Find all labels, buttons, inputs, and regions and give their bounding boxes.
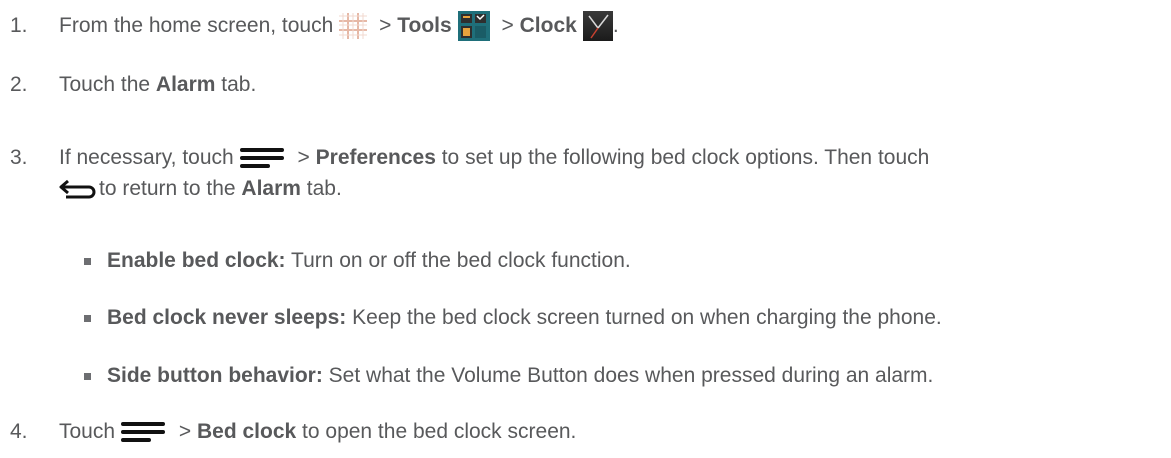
- step-3: 3. If necessary, touch > Preferences to …: [0, 144, 1171, 172]
- bullet-item: Side button behavior: Set what the Volum…: [0, 362, 1171, 390]
- preferences-label: Preferences: [315, 146, 436, 169]
- step-text-part: to open the bed clock screen.: [296, 420, 577, 443]
- bullet-term: Side button behavior:: [107, 364, 323, 387]
- tools-folder-icon[interactable]: [457, 11, 490, 41]
- step-text-part: tab.: [300, 177, 342, 200]
- step-text-part: to set up the following bed clock option…: [435, 146, 930, 169]
- bullet-desc: Keep the bed clock screen turned on when…: [346, 306, 942, 329]
- bullet-desc: Set what the Volume Button does when pre…: [322, 364, 934, 387]
- step-text-part: >: [291, 146, 316, 169]
- step-number: 4.: [10, 420, 28, 443]
- step-text-part: If necessary, touch: [59, 146, 234, 169]
- apps-grid-icon[interactable]: [339, 13, 368, 39]
- bullet-text: Bed clock never sleeps: Keep the bed clo…: [107, 304, 942, 332]
- step-text: Touch the Alarm tab.: [59, 71, 256, 99]
- back-icon[interactable]: [59, 178, 97, 200]
- step-text: to return to the Alarm tab.: [59, 175, 342, 203]
- step-text-part: Touch: [59, 420, 116, 443]
- step-text-part: tab.: [215, 73, 257, 96]
- step-2: 2. Touch the Alarm tab.: [0, 71, 1171, 99]
- step-text-part: .: [612, 14, 619, 37]
- step-number: 2.: [10, 73, 28, 96]
- bullet-item: Bed clock never sleeps: Keep the bed clo…: [0, 304, 1171, 332]
- step-4: 4. Touch > Bed clock to open the bed clo…: [0, 418, 1171, 446]
- step-text-part: >: [173, 420, 197, 443]
- bullet-marker: [84, 373, 91, 380]
- menu-icon[interactable]: [239, 148, 284, 168]
- bullet-item: Enable bed clock: Turn on or off the bed…: [0, 247, 1171, 275]
- step-1: 1. From the home screen, touch > Tools >…: [0, 11, 1171, 41]
- step-text-part: >: [495, 14, 520, 37]
- step-text: Touch > Bed clock to open the bed clock …: [59, 418, 576, 446]
- step-text-part: to return to the: [99, 177, 242, 200]
- step-text: If necessary, touch > Preferences to set…: [59, 144, 929, 172]
- step-number: 1.: [10, 14, 28, 37]
- bullet-marker: [84, 258, 91, 265]
- bullet-term: Bed clock never sleeps:: [107, 306, 347, 329]
- step-text-part: >: [373, 14, 398, 37]
- step-text-part: Touch the: [59, 73, 156, 96]
- bullet-term: Enable bed clock:: [107, 249, 286, 272]
- bullet-marker: [84, 315, 91, 322]
- bed-clock-label: Bed clock: [196, 420, 297, 443]
- clock-app-icon[interactable]: [582, 11, 613, 41]
- bullet-text: Side button behavior: Set what the Volum…: [107, 362, 933, 390]
- alarm-label: Alarm: [155, 73, 216, 96]
- bullet-text: Enable bed clock: Turn on or off the bed…: [107, 247, 631, 275]
- alarm-label: Alarm: [241, 177, 301, 200]
- step-number: 3.: [10, 146, 28, 169]
- step-3-continued: to return to the Alarm tab.: [0, 175, 1171, 203]
- bullet-desc: Turn on or off the bed clock function.: [285, 249, 631, 272]
- step-text-part: From the home screen, touch: [59, 14, 334, 37]
- step-text: From the home screen, touch > Tools > Cl…: [59, 11, 619, 41]
- tools-label: Tools: [397, 14, 452, 37]
- menu-icon[interactable]: [121, 422, 166, 442]
- clock-label: Clock: [519, 14, 577, 37]
